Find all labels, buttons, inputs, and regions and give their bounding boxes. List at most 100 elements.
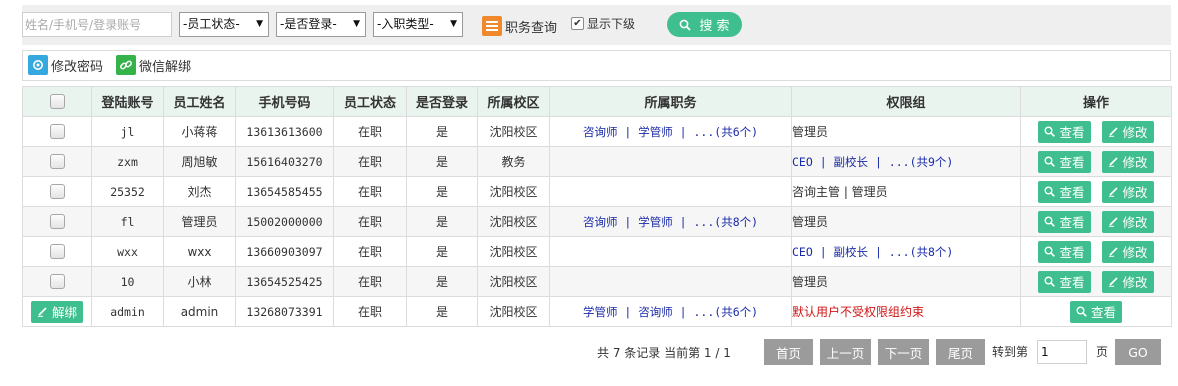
row-checkbox[interactable] [49, 244, 65, 259]
zoom-icon [1076, 306, 1087, 317]
pencil-icon [1108, 187, 1118, 197]
edit-label: 修改 [1122, 185, 1148, 200]
login-cell: 是 [406, 146, 478, 177]
row-select-cell [22, 266, 92, 297]
edit-button[interactable]: 修改 [1101, 270, 1154, 293]
go-button[interactable]: GO [1115, 339, 1161, 365]
edit-button[interactable]: 修改 [1101, 120, 1154, 143]
status-cell: 在职 [333, 296, 407, 327]
operations-cell: 查看 修改 [1020, 206, 1172, 237]
login-cell: 是 [406, 206, 478, 237]
campus-cell: 沈阳校区 [477, 236, 550, 267]
edit-button[interactable]: 修改 [1101, 180, 1154, 203]
edit-label: 修改 [1122, 125, 1148, 140]
row-checkbox[interactable] [49, 214, 65, 229]
phone-cell: 15616403270 [235, 146, 334, 177]
permission-cell: 默认用户不受权限组约束 [791, 296, 1021, 327]
login-cell: 是 [406, 266, 478, 297]
row-select-cell: 解绑 [22, 296, 92, 327]
prev-page-button[interactable]: 上一页 [820, 339, 871, 365]
row-select-cell [22, 206, 92, 237]
job-query-button[interactable]: 职务查询 [482, 14, 557, 38]
permission-cell: CEO | 副校长 | ...(共9个) [791, 146, 1021, 177]
last-page-button[interactable]: 尾页 [936, 339, 985, 365]
view-button[interactable]: 查看 [1038, 210, 1091, 233]
table-row: 解绑 admin admin 13268073391 在职是沈阳校区 学管师 | 咨询师 … [22, 296, 1172, 327]
column-header: 所属校区 [477, 86, 550, 117]
next-page-button[interactable]: 下一页 [878, 339, 929, 365]
row-checkbox[interactable] [49, 154, 65, 169]
jobs-cell [549, 176, 792, 207]
wechat-unbind-button[interactable]: 微信解绑 [116, 55, 191, 75]
view-label: 查看 [1059, 185, 1085, 200]
permission-cell: 咨询主管 | 管理员 [791, 176, 1021, 207]
name-cell: 小林 [163, 266, 236, 297]
operations-cell: 查看 修改 [1020, 176, 1172, 207]
show-subordinates-toggle[interactable]: ✔ 显示下级 [571, 15, 635, 32]
column-header: 权限组 [791, 86, 1021, 117]
operations-cell: 查看 修改 [1020, 146, 1172, 177]
row-select-cell [22, 176, 92, 207]
view-button[interactable]: 查看 [1069, 300, 1122, 323]
employee-status-select[interactable]: -员工状态- ▼ [179, 12, 269, 37]
permission-groups-link[interactable]: CEO | 副校长 | ...(共9个) [793, 155, 954, 169]
jobs-cell [549, 146, 792, 177]
jobs-link[interactable]: 咨询师 | 学管师 | ...(共8个) [583, 215, 758, 229]
row-checkbox[interactable] [49, 184, 65, 199]
view-label: 查看 [1059, 275, 1085, 290]
campus-cell: 沈阳校区 [477, 296, 550, 327]
name-cell: 小蒋蒋 [163, 116, 236, 147]
keyword-search-input[interactable] [22, 12, 172, 37]
operations-cell: 查看 修改 [1020, 236, 1172, 267]
edit-button[interactable]: 修改 [1101, 210, 1154, 233]
phone-cell: 13654585455 [235, 176, 334, 207]
edit-button[interactable]: 修改 [1101, 150, 1154, 173]
change-password-button[interactable]: 修改密码 [28, 55, 103, 75]
view-button[interactable]: 查看 [1038, 270, 1091, 293]
name-cell: 刘杰 [163, 176, 236, 207]
pencil-icon [1108, 217, 1118, 227]
list-icon [482, 16, 502, 36]
permission-groups: 管理员 [792, 125, 829, 139]
view-button[interactable]: 查看 [1038, 120, 1091, 143]
row-checkbox[interactable] [49, 274, 65, 289]
row-checkbox[interactable] [49, 124, 65, 139]
view-button[interactable]: 查看 [1038, 240, 1091, 263]
view-button[interactable]: 查看 [1038, 150, 1091, 173]
page-suffix-label: 页 [1096, 345, 1109, 359]
status-cell: 在职 [333, 146, 407, 177]
zoom-icon [1044, 246, 1056, 257]
view-button[interactable]: 查看 [1038, 180, 1091, 203]
login-status-select[interactable]: -是否登录- ▼ [276, 12, 366, 37]
first-page-button[interactable]: 首页 [764, 339, 813, 365]
select-all-cell [22, 86, 92, 117]
table-row: 10 小林 13654525425 在职是沈阳校区 管理员 查看 修改 [22, 266, 1172, 297]
account-cell: wxx [91, 236, 164, 267]
jobs-cell: 咨询师 | 学管师 | ...(共6个) [549, 116, 792, 147]
page-number-input[interactable] [1037, 340, 1087, 364]
entry-type-select[interactable]: -入职类型- ▼ [373, 12, 463, 37]
name-cell: wxx [163, 236, 236, 267]
account-cell: 25352 [91, 176, 164, 207]
edit-button[interactable]: 修改 [1101, 240, 1154, 263]
search-button[interactable]: 搜 索 [667, 12, 742, 37]
select-all-checkbox[interactable] [49, 94, 65, 109]
pencil-icon [37, 307, 47, 317]
show-subordinates-label: 显示下级 [587, 17, 636, 31]
operations-cell: 查看 修改 [1020, 266, 1172, 297]
view-label: 查看 [1059, 155, 1085, 170]
jobs-link[interactable]: 学管师 | 咨询师 | ...(共6个) [583, 305, 758, 319]
show-subordinates-checkbox[interactable]: ✔ [571, 17, 584, 30]
jobs-link[interactable]: 咨询师 | 学管师 | ...(共6个) [583, 125, 758, 139]
permission-groups-link[interactable]: CEO | 副校长 | ...(共8个) [793, 245, 954, 259]
status-cell: 在职 [333, 176, 407, 207]
unbind-button[interactable]: 解绑 [30, 300, 83, 323]
table-row: jl 小蒋蒋 13613613600 在职是沈阳校区 咨询师 | 学管师 | ...(共… [22, 116, 1172, 147]
pencil-icon [1108, 127, 1118, 137]
wechat-unbind-label: 微信解绑 [139, 59, 192, 75]
table-row: wxx wxx 13660903097 在职是沈阳校区 CEO | 副校长 | ...(… [22, 236, 1172, 267]
column-header: 员工姓名 [163, 86, 236, 117]
operations-cell: 查看 [1020, 296, 1172, 327]
phone-cell: 13654525425 [235, 266, 334, 297]
chevron-down-icon: ▼ [450, 19, 457, 29]
